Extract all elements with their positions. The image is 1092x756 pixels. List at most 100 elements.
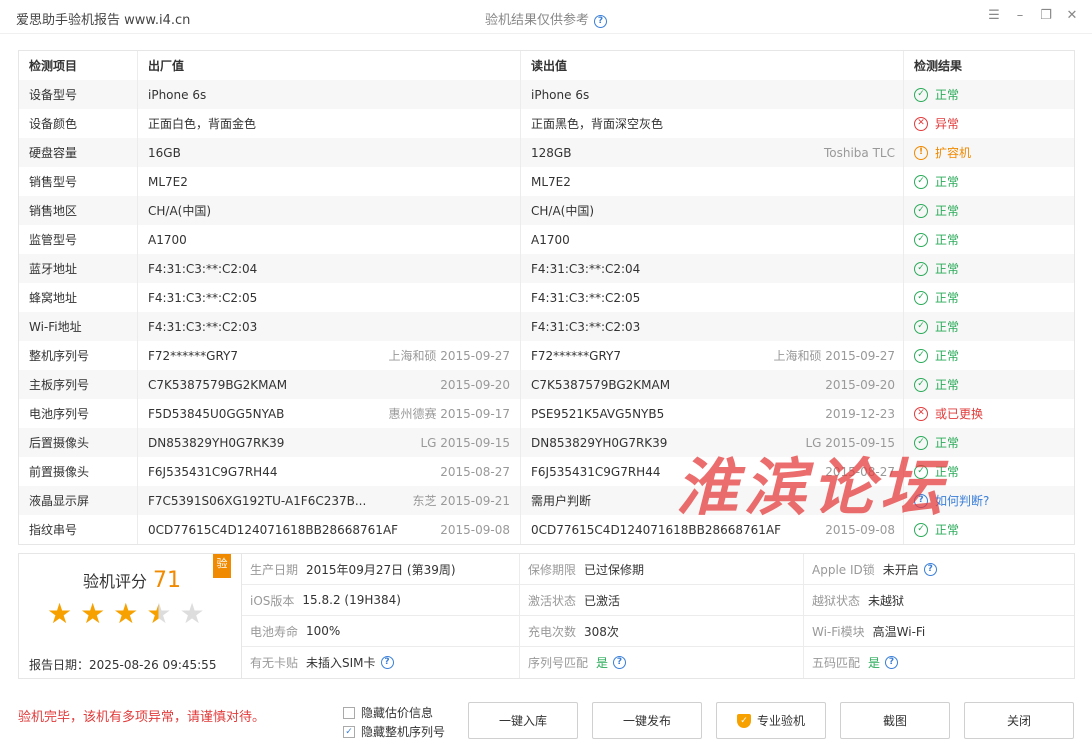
row-result: ✓ 正常	[904, 428, 1074, 457]
factory-value: F6J535431C9G7RH44	[148, 464, 278, 479]
import-button[interactable]: 一键入库	[468, 702, 578, 739]
table-header: 检测项目 出厂值 读出值 检测结果	[19, 51, 1074, 80]
info-cell: 有无卡贴 未插入SIM卡?	[242, 647, 520, 678]
row-item: 整机序列号	[19, 341, 138, 370]
table-row: 蓝牙地址 F4:31:C3:**:C2:04 F4:31:C3:**:C2:04 ✓ 正…	[19, 254, 1074, 283]
row-factory: C7K5387579BG2KMAM 2015-09-20	[138, 370, 521, 399]
info-value: 15.8.2 (19H384)	[302, 593, 401, 607]
row-factory: ML7E2	[138, 167, 521, 196]
check-circle-icon: ✓	[914, 232, 928, 247]
row-item: 销售型号	[19, 167, 138, 196]
info-cell: 激活状态 已激活	[520, 585, 804, 616]
table-row: 前置摄像头 F6J535431C9G7RH44 2015-08-27 F6J53543…	[19, 457, 1074, 486]
x-circle-icon: ✕	[914, 116, 928, 131]
factory-note: 2015-09-20	[440, 377, 510, 392]
info-label: 五码匹配	[812, 656, 861, 670]
info-label: iOS版本	[250, 593, 295, 608]
read-value: A1700	[531, 232, 570, 247]
hide-serial-checkbox[interactable]: ✓	[343, 725, 355, 738]
row-read: CH/A(中国)	[521, 196, 904, 225]
row-factory: A1700	[138, 225, 521, 254]
row-factory: F7C5391S06XG192TU-A1F6C237B... 东芝 2015-09…	[138, 486, 521, 515]
factory-value: F4:31:C3:**:C2:03	[148, 319, 258, 334]
result-text: 或已更换	[935, 407, 984, 421]
info-value: 未插入SIM卡	[306, 656, 376, 670]
check-circle-icon: ✓	[914, 348, 928, 363]
row-item: 硬盘容量	[19, 138, 138, 167]
header-factory-label: 出厂值	[148, 59, 185, 73]
close-icon[interactable]: ✕	[1064, 8, 1080, 24]
info-cell: 电池寿命 100%	[242, 616, 520, 647]
screenshot-button[interactable]: 截图	[840, 702, 950, 739]
row-read: F4:31:C3:**:C2:03	[521, 312, 904, 341]
result-text: 正常	[935, 436, 960, 450]
score-label: 验机评分	[83, 572, 148, 591]
check-circle-icon: ✓	[914, 174, 928, 189]
row-result: ✓ 正常	[904, 225, 1074, 254]
info-label: 激活状态	[528, 593, 577, 608]
hide-price-option[interactable]: 隐藏估价信息	[343, 703, 445, 722]
row-factory: F4:31:C3:**:C2:03	[138, 312, 521, 341]
result-text: 扩容机	[935, 146, 972, 160]
check-circle-icon: ✓	[914, 290, 928, 305]
info-value: 高温Wi-Fi	[872, 624, 926, 639]
factory-value: CH/A(中国)	[148, 204, 212, 218]
row-read: F72******GRY7 上海和硕 2015-09-27	[521, 341, 904, 370]
info-cell: iOS版本 15.8.2 (19H384)	[242, 585, 520, 616]
result-text: 异常	[935, 117, 960, 131]
question-circle-icon: ?	[914, 493, 928, 508]
row-result[interactable]: ? 如何判断?	[904, 486, 1074, 515]
help-icon[interactable]: ?	[380, 656, 394, 669]
publish-button[interactable]: 一键发布	[592, 702, 702, 739]
help-icon[interactable]: ?	[613, 656, 627, 669]
row-read: F4:31:C3:**:C2:05	[521, 283, 904, 312]
factory-note: 上海和硕 2015-09-27	[388, 349, 510, 363]
row-result: ✓ 正常	[904, 515, 1074, 544]
options: 隐藏估价信息 ✓ 隐藏整机序列号	[343, 703, 445, 741]
result-text: 正常	[935, 175, 960, 189]
factory-value: F4:31:C3:**:C2:04	[148, 261, 258, 276]
factory-note: 东芝 2015-09-21	[412, 494, 510, 508]
pro-check-button[interactable]: ✓ 专业验机	[716, 702, 826, 739]
row-item: Wi-Fi地址	[19, 312, 138, 341]
minimize-icon[interactable]: –	[1012, 8, 1028, 24]
table-row: 蜂窝地址 F4:31:C3:**:C2:05 F4:31:C3:**:C2:05 ✓ 正…	[19, 283, 1074, 312]
info-value: 已过保修期	[584, 562, 645, 577]
restore-icon[interactable]: ❐	[1038, 8, 1054, 24]
table-row: 整机序列号 F72******GRY7 上海和硕 2015-09-27 F72****…	[19, 341, 1074, 370]
read-value: 需用户判断	[531, 494, 592, 508]
info-label: 充电次数	[528, 624, 577, 639]
table-row: 电池序列号 F5D53845U0GG5NYAB 惠州德赛 2015-09-17 PSE…	[19, 399, 1074, 428]
info-value: 是	[868, 656, 881, 670]
help-icon[interactable]: ?	[923, 562, 937, 576]
read-value: F4:31:C3:**:C2:03	[531, 319, 641, 334]
help-icon[interactable]: ?	[885, 656, 899, 669]
header-read: 读出值	[521, 51, 904, 80]
row-read: iPhone 6s	[521, 80, 904, 109]
score-panel: 验 验机评分 71 ★ ★ ★ ★ ★ 报告日期：2025-08-26 09:45:55 …	[18, 553, 1075, 679]
read-note: 2015-09-08	[825, 522, 895, 537]
read-value: 128GB	[531, 145, 572, 160]
read-value: F72******GRY7	[531, 348, 622, 363]
info-value: 已激活	[584, 593, 621, 608]
hide-serial-option[interactable]: ✓ 隐藏整机序列号	[343, 722, 445, 741]
row-factory: F5D53845U0GG5NYAB 惠州德赛 2015-09-17	[138, 399, 521, 428]
table-row: 硬盘容量 16GB 128GB Toshiba TLC! 扩容机	[19, 138, 1074, 167]
menu-icon[interactable]: ☰	[986, 8, 1002, 24]
result-text: 正常	[935, 349, 960, 363]
info-label: 序列号匹配	[528, 656, 589, 670]
row-result: ✓ 正常	[904, 80, 1074, 109]
read-note: 2015-09-20	[825, 377, 895, 392]
table-row: 设备型号 iPhone 6s iPhone 6s ✓ 正常	[19, 80, 1074, 109]
row-result: ✓ 正常	[904, 196, 1074, 225]
read-value: C7K5387579BG2KMAM	[531, 377, 671, 392]
info-label: 有无卡贴	[250, 656, 299, 670]
row-item: 设备型号	[19, 80, 138, 109]
row-result: ✕ 或已更换	[904, 399, 1074, 428]
close-button[interactable]: 关闭	[964, 702, 1074, 739]
help-icon[interactable]: ?	[594, 15, 607, 28]
info-cell: 保修期限 已过保修期	[520, 554, 804, 585]
row-read: A1700	[521, 225, 904, 254]
hide-price-checkbox[interactable]	[343, 706, 355, 719]
star-icon: ★	[146, 597, 172, 630]
